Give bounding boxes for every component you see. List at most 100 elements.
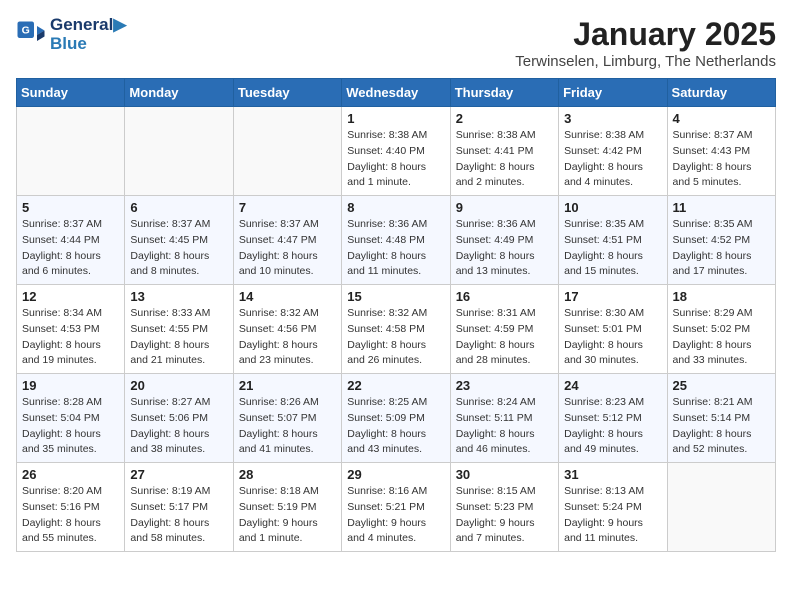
calendar-cell: 17 Sunrise: 8:30 AM Sunset: 5:01 PM Dayli… [559,285,667,374]
day-number: 29 [347,467,444,482]
day-info: Sunrise: 8:15 AM Sunset: 5:23 PM Dayligh… [456,484,553,547]
day-info: Sunrise: 8:35 AM Sunset: 4:52 PM Dayligh… [673,217,770,280]
day-header-tuesday: Tuesday [233,79,341,107]
calendar-cell: 28 Sunrise: 8:18 AM Sunset: 5:19 PM Dayli… [233,463,341,552]
day-number: 5 [22,200,119,215]
day-info: Sunrise: 8:33 AM Sunset: 4:55 PM Dayligh… [130,306,227,369]
calendar-week-4: 19 Sunrise: 8:28 AM Sunset: 5:04 PM Dayli… [17,374,776,463]
day-number: 9 [456,200,553,215]
day-info: Sunrise: 8:19 AM Sunset: 5:17 PM Dayligh… [130,484,227,547]
day-info: Sunrise: 8:27 AM Sunset: 5:06 PM Dayligh… [130,395,227,458]
calendar-cell: 12Sunrise: 8:34 AM Sunset: 4:53 PM Dayli… [17,285,125,374]
logo: G General▶ Blue [16,16,126,53]
calendar-cell: 3 Sunrise: 8:38 AM Sunset: 4:42 PM Daylig… [559,107,667,196]
day-number: 3 [564,111,661,126]
day-number: 16 [456,289,553,304]
calendar-cell [125,107,233,196]
day-info: Sunrise: 8:16 AM Sunset: 5:21 PM Dayligh… [347,484,444,547]
day-info: Sunrise: 8:37 AM Sunset: 4:44 PM Dayligh… [22,217,119,280]
calendar-cell [17,107,125,196]
day-info: Sunrise: 8:38 AM Sunset: 4:42 PM Dayligh… [564,128,661,191]
day-header-monday: Monday [125,79,233,107]
day-info: Sunrise: 8:20 AM Sunset: 5:16 PM Dayligh… [22,484,119,547]
calendar-cell: 9 Sunrise: 8:36 AM Sunset: 4:49 PM Daylig… [450,196,558,285]
calendar-cell: 13 Sunrise: 8:33 AM Sunset: 4:55 PM Dayli… [125,285,233,374]
day-info: Sunrise: 8:37 AM Sunset: 4:43 PM Dayligh… [673,128,770,191]
calendar-cell: 5 Sunrise: 8:37 AM Sunset: 4:44 PM Daylig… [17,196,125,285]
day-number: 12 [22,289,119,304]
day-number: 18 [673,289,770,304]
calendar-week-1: 1Sunrise: 8:38 AM Sunset: 4:40 PM Daylig… [17,107,776,196]
day-info: Sunrise: 8:23 AM Sunset: 5:12 PM Dayligh… [564,395,661,458]
day-info: Sunrise: 8:38 AM Sunset: 4:41 PM Dayligh… [456,128,553,191]
day-info: Sunrise: 8:36 AM Sunset: 4:48 PM Dayligh… [347,217,444,280]
day-info: Sunrise: 8:31 AM Sunset: 4:59 PM Dayligh… [456,306,553,369]
day-header-sunday: Sunday [17,79,125,107]
day-info: Sunrise: 8:18 AM Sunset: 5:19 PM Dayligh… [239,484,336,547]
day-info: Sunrise: 8:25 AM Sunset: 5:09 PM Dayligh… [347,395,444,458]
day-number: 7 [239,200,336,215]
calendar-cell: 24Sunrise: 8:23 AM Sunset: 5:12 PM Dayli… [559,374,667,463]
calendar-week-3: 12Sunrise: 8:34 AM Sunset: 4:53 PM Dayli… [17,285,776,374]
day-number: 6 [130,200,227,215]
calendar-cell: 7 Sunrise: 8:37 AM Sunset: 4:47 PM Daylig… [233,196,341,285]
day-number: 28 [239,467,336,482]
calendar-week-5: 26Sunrise: 8:20 AM Sunset: 5:16 PM Dayli… [17,463,776,552]
day-info: Sunrise: 8:37 AM Sunset: 4:45 PM Dayligh… [130,217,227,280]
logo-text: General▶ Blue [50,16,126,53]
day-info: Sunrise: 8:13 AM Sunset: 5:24 PM Dayligh… [564,484,661,547]
day-header-friday: Friday [559,79,667,107]
day-number: 20 [130,378,227,393]
day-number: 11 [673,200,770,215]
day-number: 2 [456,111,553,126]
calendar-cell: 11 Sunrise: 8:35 AM Sunset: 4:52 PM Dayli… [667,196,775,285]
day-header-saturday: Saturday [667,79,775,107]
calendar-cell: 1Sunrise: 8:38 AM Sunset: 4:40 PM Daylig… [342,107,450,196]
calendar-cell: 14Sunrise: 8:32 AM Sunset: 4:56 PM Dayli… [233,285,341,374]
day-number: 27 [130,467,227,482]
day-info: Sunrise: 8:28 AM Sunset: 5:04 PM Dayligh… [22,395,119,458]
calendar-cell: 6 Sunrise: 8:37 AM Sunset: 4:45 PM Daylig… [125,196,233,285]
calendar-cell: 10Sunrise: 8:35 AM Sunset: 4:51 PM Dayli… [559,196,667,285]
calendar-table: SundayMondayTuesdayWednesdayThursdayFrid… [16,78,776,552]
day-info: Sunrise: 8:36 AM Sunset: 4:49 PM Dayligh… [456,217,553,280]
calendar-week-2: 5 Sunrise: 8:37 AM Sunset: 4:44 PM Daylig… [17,196,776,285]
day-info: Sunrise: 8:37 AM Sunset: 4:47 PM Dayligh… [239,217,336,280]
calendar-cell [233,107,341,196]
day-info: Sunrise: 8:30 AM Sunset: 5:01 PM Dayligh… [564,306,661,369]
calendar-cell: 8Sunrise: 8:36 AM Sunset: 4:48 PM Daylig… [342,196,450,285]
month-title: January 2025 [515,16,776,53]
calendar-cell: 25 Sunrise: 8:21 AM Sunset: 5:14 PM Dayli… [667,374,775,463]
day-number: 25 [673,378,770,393]
calendar-cell: 20 Sunrise: 8:27 AM Sunset: 5:06 PM Dayli… [125,374,233,463]
day-info: Sunrise: 8:24 AM Sunset: 5:11 PM Dayligh… [456,395,553,458]
calendar-cell: 23 Sunrise: 8:24 AM Sunset: 5:11 PM Dayli… [450,374,558,463]
day-number: 10 [564,200,661,215]
calendar-header-row: SundayMondayTuesdayWednesdayThursdayFrid… [17,79,776,107]
calendar-cell: 21Sunrise: 8:26 AM Sunset: 5:07 PM Dayli… [233,374,341,463]
title-block: January 2025 Terwinselen, Limburg, The N… [515,16,776,70]
day-number: 13 [130,289,227,304]
day-number: 15 [347,289,444,304]
logo-icon: G [16,20,46,50]
day-info: Sunrise: 8:29 AM Sunset: 5:02 PM Dayligh… [673,306,770,369]
calendar-cell: 26Sunrise: 8:20 AM Sunset: 5:16 PM Dayli… [17,463,125,552]
day-number: 19 [22,378,119,393]
location: Terwinselen, Limburg, The Netherlands [515,53,776,70]
calendar-cell: 31 Sunrise: 8:13 AM Sunset: 5:24 PM Dayli… [559,463,667,552]
calendar-cell: 27 Sunrise: 8:19 AM Sunset: 5:17 PM Dayli… [125,463,233,552]
calendar-cell: 29 Sunrise: 8:16 AM Sunset: 5:21 PM Dayli… [342,463,450,552]
calendar-cell: 15Sunrise: 8:32 AM Sunset: 4:58 PM Dayli… [342,285,450,374]
calendar-cell: 18 Sunrise: 8:29 AM Sunset: 5:02 PM Dayli… [667,285,775,374]
calendar-cell: 2 Sunrise: 8:38 AM Sunset: 4:41 PM Daylig… [450,107,558,196]
calendar-cell [667,463,775,552]
day-number: 31 [564,467,661,482]
day-number: 30 [456,467,553,482]
day-number: 23 [456,378,553,393]
day-info: Sunrise: 8:26 AM Sunset: 5:07 PM Dayligh… [239,395,336,458]
calendar-cell: 4Sunrise: 8:37 AM Sunset: 4:43 PM Daylig… [667,107,775,196]
svg-text:G: G [22,24,30,36]
day-number: 17 [564,289,661,304]
day-info: Sunrise: 8:21 AM Sunset: 5:14 PM Dayligh… [673,395,770,458]
calendar-cell: 19 Sunrise: 8:28 AM Sunset: 5:04 PM Dayli… [17,374,125,463]
